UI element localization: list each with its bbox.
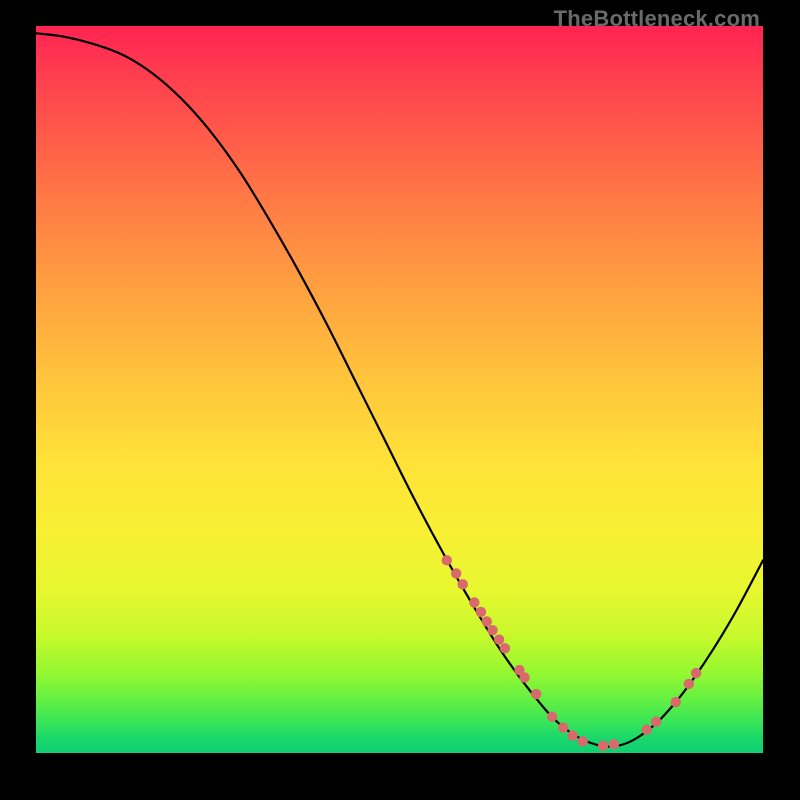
data-point (469, 597, 479, 607)
data-point (487, 625, 497, 635)
data-point (567, 730, 577, 740)
data-points (442, 555, 702, 751)
chart-stage: TheBottleneck.com (0, 0, 800, 800)
data-point (500, 643, 510, 653)
chart-svg (36, 26, 763, 753)
data-point (598, 741, 608, 751)
data-point (547, 711, 557, 721)
chart-plot-area (36, 26, 763, 753)
data-point (476, 607, 486, 617)
watermark-text: TheBottleneck.com (554, 6, 760, 32)
data-point (519, 672, 529, 682)
data-point (558, 722, 568, 732)
bottleneck-curve (36, 33, 763, 746)
data-point (609, 739, 619, 749)
data-point (578, 736, 588, 746)
data-point (442, 555, 452, 565)
data-point (671, 697, 681, 707)
data-point (691, 668, 701, 678)
data-point (482, 616, 492, 626)
data-point (531, 689, 541, 699)
data-point (494, 634, 504, 644)
data-point (684, 679, 694, 689)
data-point (641, 725, 651, 735)
data-point (651, 717, 661, 727)
data-point (458, 579, 468, 589)
data-point (451, 568, 461, 578)
